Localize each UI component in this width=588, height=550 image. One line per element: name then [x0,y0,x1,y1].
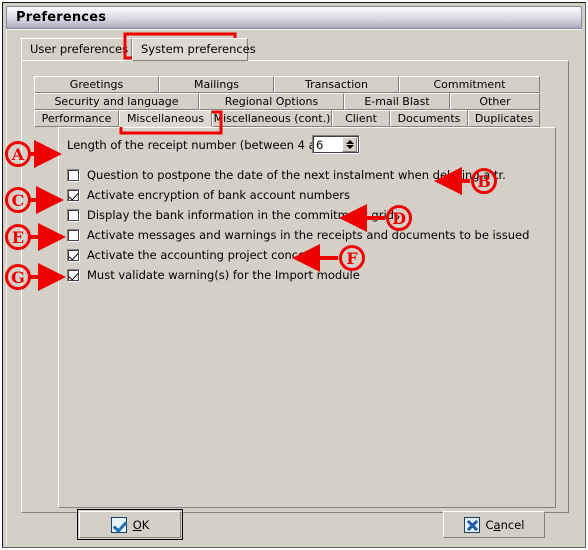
annotation-marker-a: A [5,141,31,167]
checkbox-bank-encryption[interactable] [67,188,80,202]
top-tab-strip: User preferences System preferences [21,38,569,61]
tab-client-label: Client [345,112,377,125]
tab-transaction[interactable]: Transaction [274,76,399,93]
checkbox-row-bank-encryption[interactable]: Activate encryption of bank account numb… [67,186,350,204]
checkbox-import-warnings[interactable] [67,268,80,282]
stepper-down-icon[interactable] [345,145,354,149]
checkbox-bank-info-grids-label: Display the bank information in the comm… [87,208,400,222]
tab-greetings[interactable]: Greetings [34,76,159,93]
tab-email-blast-label: E-mail Blast [364,95,430,108]
tab-commitment-label: Commitment [433,78,506,91]
checkbox-postpone-instalment[interactable] [67,168,80,182]
x-icon [463,516,480,533]
tab-client[interactable]: Client [332,110,390,127]
tab-regional-options[interactable]: Regional Options [199,93,344,110]
tab-greetings-label: Greetings [69,78,124,91]
tab-miscellaneous-cont-label: Miscellaneous (cont.) [213,112,331,125]
tab-other-label: Other [479,95,511,108]
ok-button-label: OK [132,517,150,532]
tab-user-preferences-label: User preferences [30,42,129,56]
check-icon [110,516,127,533]
tab-miscellaneous-cont[interactable]: Miscellaneous (cont.) [212,110,332,127]
tab-other[interactable]: Other [450,93,540,110]
checkbox-row-accounting-project[interactable]: Activate the accounting project concept [67,246,317,264]
tab-miscellaneous-label: Miscellaneous [126,112,205,125]
annotation-marker-g: G [5,264,31,290]
receipt-length-value: 6 [316,138,324,152]
checkbox-row-import-warnings[interactable]: Must validate warning(s) for the Import … [67,266,360,284]
tab-email-blast[interactable]: E-mail Blast [344,93,450,110]
tab-security-and-language-label: Security and language [54,95,179,108]
annotation-marker-e: E [5,224,31,250]
inner-tab-strip: Greetings Mailings Transaction Commitmen… [34,76,556,128]
checkbox-row-postpone-instalment[interactable]: Question to postpone the date of the nex… [67,166,506,184]
tab-regional-options-label: Regional Options [224,95,319,108]
checkbox-bank-info-grids[interactable] [67,208,80,222]
tab-documents-label: Documents [397,112,461,125]
tab-transaction-label: Transaction [305,78,368,91]
tab-mailings-label: Mailings [193,78,240,91]
tab-user-preferences[interactable]: User preferences [21,38,132,61]
stepper-up-icon[interactable] [345,140,354,144]
checkbox-accounting-project-label: Activate the accounting project concept [87,248,317,262]
checkbox-row-bank-info-grids[interactable]: Display the bank information in the comm… [67,206,400,224]
tab-security-and-language[interactable]: Security and language [34,93,199,110]
tab-performance[interactable]: Performance [34,110,119,127]
tab-miscellaneous[interactable]: Miscellaneous [119,110,212,127]
ok-button[interactable]: OK [77,509,183,540]
tab-performance-label: Performance [41,112,112,125]
checkbox-bank-encryption-label: Activate encryption of bank account numb… [87,188,351,202]
annotation-marker-d: D [386,205,412,231]
window-client-area: User preferences System preferences Gree… [6,29,582,545]
tab-mailings[interactable]: Mailings [159,76,274,93]
tab-system-preferences-label: System preferences [141,42,256,56]
window-title: Preferences [16,10,107,25]
tab-duplicates-label: Duplicates [474,112,534,125]
preferences-window: Preferences User preferences System pref… [2,2,586,548]
tab-duplicates[interactable]: Duplicates [468,110,540,127]
annotation-marker-b: B [471,168,497,194]
checkbox-row-messages-warnings[interactable]: Activate messages and warnings in the re… [67,226,529,244]
receipt-length-stepper[interactable]: 6 [312,135,360,154]
checkbox-messages-warnings-label: Activate messages and warnings in the re… [87,228,530,242]
checkbox-accounting-project[interactable] [67,248,80,262]
tab-documents[interactable]: Documents [390,110,468,127]
annotation-marker-c: C [5,187,31,213]
cancel-button-label: Cancel [485,517,525,532]
stepper-buttons[interactable] [342,137,357,152]
checkbox-import-warnings-label: Must validate warning(s) for the Import … [87,268,360,282]
annotation-marker-f: F [339,245,365,271]
window-titlebar: Preferences [6,6,582,29]
tab-system-preferences[interactable]: System preferences [132,38,256,61]
tab-commitment[interactable]: Commitment [399,76,540,93]
checkbox-postpone-instalment-label: Question to postpone the date of the nex… [87,168,506,182]
checkbox-messages-warnings[interactable] [67,228,80,242]
cancel-button[interactable]: Cancel [443,511,545,538]
